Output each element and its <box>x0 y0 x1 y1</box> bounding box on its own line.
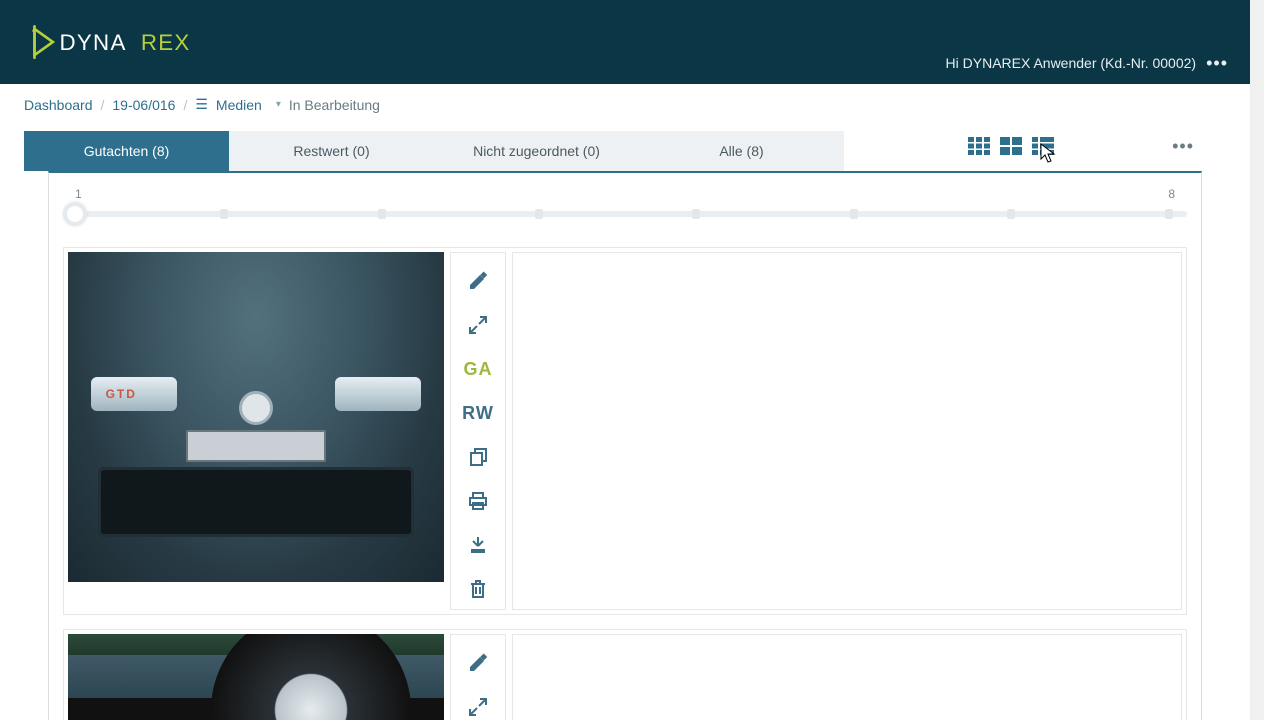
edit-icon[interactable] <box>450 643 506 683</box>
rw-tag-button[interactable]: RW <box>450 393 506 433</box>
tab-gutachten[interactable]: Gutachten (8) <box>24 131 229 171</box>
image-slider[interactable]: 1 8 <box>63 187 1187 233</box>
logo-icon: DYNA REX <box>24 22 234 62</box>
svg-text:DYNA: DYNA <box>59 30 126 55</box>
list-icon: ☰ <box>195 96 208 113</box>
user-greeting: Hi DYNAREX Anwender (Kd.-Nr. 00002) <box>946 55 1197 71</box>
media-notes-area[interactable] <box>512 634 1182 720</box>
media-thumbnail[interactable]: GTD <box>68 252 444 582</box>
edit-icon[interactable] <box>450 261 506 301</box>
media-toolbar: GA <box>450 634 506 720</box>
scroll-down-icon[interactable]: ▾ <box>1250 706 1264 720</box>
media-thumbnail[interactable] <box>68 634 444 720</box>
expand-icon[interactable] <box>450 687 506 720</box>
view-toggle-group: ••• <box>966 135 1194 157</box>
scroll-up-icon[interactable]: ▴ <box>1250 0 1264 14</box>
breadcrumb: Dashboard / 19-06/016 / ☰ Medien ▾ In Be… <box>24 96 1226 113</box>
trash-icon[interactable] <box>450 569 506 609</box>
vertical-scrollbar[interactable]: ▴ ▾ <box>1250 0 1264 720</box>
breadcrumb-status: In Bearbeitung <box>289 97 380 113</box>
slider-min-label: 1 <box>75 187 82 201</box>
tab-nicht-zugeordnet[interactable]: Nicht zugeordnet (0) <box>434 131 639 171</box>
slider-track[interactable] <box>63 211 1187 217</box>
breadcrumb-sep: / <box>183 97 187 113</box>
expand-icon[interactable] <box>450 305 506 345</box>
breadcrumb-case[interactable]: 19-06/016 <box>112 97 175 113</box>
breadcrumb-sep: / <box>101 97 105 113</box>
svg-text:REX: REX <box>141 30 191 55</box>
copy-icon[interactable] <box>450 437 506 477</box>
download-icon[interactable] <box>450 525 506 565</box>
breadcrumb-dashboard[interactable]: Dashboard <box>24 97 93 113</box>
user-menu-icon[interactable]: ••• <box>1206 54 1228 72</box>
media-card: GA <box>63 629 1187 720</box>
tab-alle[interactable]: Alle (8) <box>639 131 844 171</box>
list-view-icon[interactable] <box>1030 135 1056 157</box>
app-header: DYNA REX Hi DYNAREX Anwender (Kd.-Nr. 00… <box>0 0 1250 84</box>
grid-large-icon[interactable] <box>998 135 1024 157</box>
tab-restwert[interactable]: Restwert (0) <box>229 131 434 171</box>
brand-logo: DYNA REX <box>24 0 234 84</box>
more-actions-icon[interactable]: ••• <box>1172 136 1194 157</box>
media-notes-area[interactable] <box>512 252 1182 610</box>
ga-tag-button[interactable]: GA <box>450 349 506 389</box>
tab-bar: Gutachten (8) Restwert (0) Nicht zugeord… <box>24 131 1226 171</box>
user-info: Hi DYNAREX Anwender (Kd.-Nr. 00002) ••• <box>946 54 1228 72</box>
chevron-down-icon: ▾ <box>276 99 281 110</box>
breadcrumb-medien[interactable]: Medien <box>216 97 262 113</box>
media-panel: 1 8 GTD <box>48 171 1202 720</box>
slider-max-label: 8 <box>1168 187 1175 201</box>
media-toolbar: GA RW <box>450 252 506 610</box>
slider-thumb[interactable] <box>63 202 87 226</box>
media-card: GTD GA RW <box>63 247 1187 615</box>
print-icon[interactable] <box>450 481 506 521</box>
grid-small-icon[interactable] <box>966 135 992 157</box>
